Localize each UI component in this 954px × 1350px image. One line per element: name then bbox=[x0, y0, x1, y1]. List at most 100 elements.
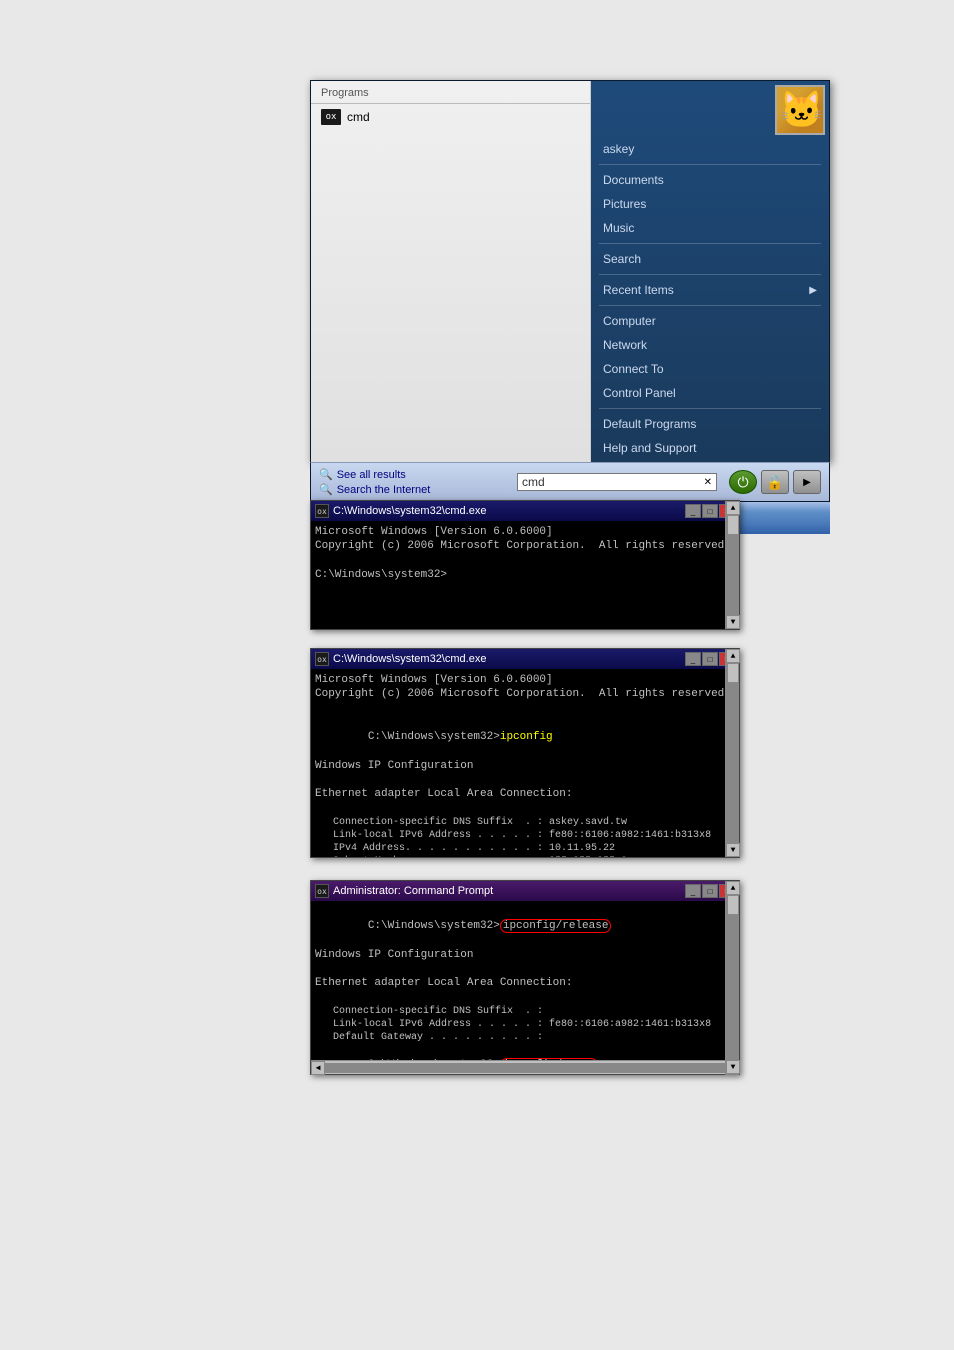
default-programs-label: Default Programs bbox=[603, 417, 696, 431]
see-all-results-link[interactable]: 🔍 See all results bbox=[319, 467, 509, 482]
menu-item-search[interactable]: Search bbox=[591, 247, 829, 271]
cmd-prompt-3a: C:\Windows\system32> bbox=[368, 920, 500, 932]
cmd-body-1: Microsoft Windows [Version 6.0.6000] Cop… bbox=[311, 521, 739, 629]
cmd-body-2: Microsoft Windows [Version 6.0.6000] Cop… bbox=[311, 669, 739, 857]
search-internet-link[interactable]: 🔍 Search the Internet bbox=[319, 482, 509, 497]
start-menu: Programs ox cmd askey Documents bbox=[310, 80, 830, 534]
bottom-links: 🔍 See all results 🔍 Search the Internet bbox=[319, 467, 509, 497]
menu-item-music[interactable]: Music bbox=[591, 216, 829, 240]
scroll-thumb-2[interactable] bbox=[727, 663, 739, 683]
music-label: Music bbox=[603, 221, 634, 235]
cmd-body-3: C:\Windows\system32>ipconfig/release Win… bbox=[311, 901, 739, 1060]
scroll-up-1[interactable]: ▲ bbox=[726, 501, 740, 515]
search-input[interactable]: cmd bbox=[522, 475, 704, 489]
restore-button-2[interactable]: □ bbox=[702, 652, 718, 666]
cmd-hscroll-3[interactable]: ◀ ▶ bbox=[311, 1060, 739, 1074]
cmd-icon: ox bbox=[321, 109, 341, 125]
cmd-prompt-3b: C:\Windows\system32> bbox=[368, 1059, 500, 1060]
menu-item-help-support[interactable]: Help and Support bbox=[591, 436, 829, 460]
menu-item-documents[interactable]: Documents bbox=[591, 168, 829, 192]
user-avatar[interactable] bbox=[775, 85, 825, 135]
scroll-track-3 bbox=[726, 895, 739, 1060]
menu-item-connect-to[interactable]: Connect To bbox=[591, 357, 829, 381]
cmd-win-ip: Windows IP Configuration bbox=[315, 759, 723, 773]
cmd-titlebar-2[interactable]: ox C:\Windows\system32\cmd.exe _ □ ✕ bbox=[311, 649, 739, 669]
cmd-ethernet-3: Ethernet adapter Local Area Connection: bbox=[315, 976, 723, 990]
cmd-ipv6-3: Link-local IPv6 Address . . . . . : fe80… bbox=[315, 1018, 723, 1031]
cmd-dns: Connection-specific DNS Suffix . : askey… bbox=[315, 816, 723, 829]
cmd-blank-3 bbox=[315, 773, 723, 787]
minimize-button-3[interactable]: _ bbox=[685, 884, 701, 898]
cmd-line-copyright-1: Copyright (c) 2006 Microsoft Corporation… bbox=[315, 539, 723, 553]
start-menu-right-panel: askey Documents Pictures Music Search bbox=[591, 81, 829, 462]
cmd-scrollbar-1[interactable]: ▲ ▼ bbox=[725, 501, 739, 629]
cmd-line-blank-1 bbox=[315, 554, 723, 568]
cmd-titlebar-3[interactable]: ox Administrator: Command Prompt _ □ ✕ bbox=[311, 881, 739, 901]
h-scroll-left-3[interactable]: ◀ bbox=[311, 1061, 325, 1075]
scroll-thumb-1[interactable] bbox=[727, 515, 739, 535]
network-label: Network bbox=[603, 338, 647, 352]
menu-item-control-panel[interactable]: Control Panel bbox=[591, 381, 829, 405]
scroll-track-2 bbox=[726, 663, 739, 843]
cmd-line-version-2: Microsoft Windows [Version 6.0.6000] bbox=[315, 673, 723, 687]
cmd-scrollbar-3[interactable]: ▲ ▼ bbox=[725, 881, 739, 1074]
cmd-dns-3: Connection-specific DNS Suffix . : bbox=[315, 1005, 723, 1018]
start-menu-left-panel: Programs ox cmd bbox=[311, 81, 591, 462]
connect-to-label: Connect To bbox=[603, 362, 664, 376]
restore-button-3[interactable]: □ bbox=[702, 884, 718, 898]
cmd-line-copyright-2: Copyright (c) 2006 Microsoft Corporation… bbox=[315, 687, 723, 701]
restore-button-1[interactable]: □ bbox=[702, 504, 718, 518]
cmd-scrollbar-2[interactable]: ▲ ▼ bbox=[725, 649, 739, 857]
cmd-ipv6: Link-local IPv6 Address . . . . . : fe80… bbox=[315, 829, 723, 842]
minimize-button-2[interactable]: _ bbox=[685, 652, 701, 666]
cmd-prompt-2a: C:\Windows\system32> bbox=[368, 731, 500, 743]
scroll-down-3[interactable]: ▼ bbox=[726, 1060, 740, 1074]
computer-label: Computer bbox=[603, 314, 656, 328]
cmd-title-text-3: Administrator: Command Prompt bbox=[333, 885, 685, 897]
menu-item-computer[interactable]: Computer bbox=[591, 309, 829, 333]
scroll-thumb-3[interactable] bbox=[727, 895, 739, 915]
clear-search-icon[interactable]: ✕ bbox=[704, 477, 712, 488]
cmd-titlebar-1[interactable]: ox C:\Windows\system32\cmd.exe _ □ ✕ bbox=[311, 501, 739, 521]
minimize-button-1[interactable]: _ bbox=[685, 504, 701, 518]
cmd-title-text-1: C:\Windows\system32\cmd.exe bbox=[333, 505, 685, 517]
menu-item-default-programs[interactable]: Default Programs bbox=[591, 412, 829, 436]
separator-4 bbox=[599, 305, 821, 306]
pictures-label: Pictures bbox=[603, 197, 646, 211]
cmd-ipv4: IPv4 Address. . . . . . . . . . . : 10.1… bbox=[315, 842, 723, 855]
cmd-blank-6 bbox=[315, 991, 723, 1005]
cmd-blank-4 bbox=[315, 802, 723, 816]
cmd-ethernet-header: Ethernet adapter Local Area Connection: bbox=[315, 787, 723, 801]
search-icon-1: 🔍 bbox=[319, 468, 333, 481]
menu-item-network[interactable]: Network bbox=[591, 333, 829, 357]
recent-items-label: Recent Items bbox=[603, 283, 674, 297]
documents-label: Documents bbox=[603, 173, 664, 187]
power-button[interactable]: ⏻ bbox=[729, 470, 757, 494]
cmd-blank-5 bbox=[315, 962, 723, 976]
separator-5 bbox=[599, 408, 821, 409]
arrow-button[interactable]: ▶ bbox=[793, 470, 821, 494]
separator-2 bbox=[599, 243, 821, 244]
search-internet-label: Search the Internet bbox=[337, 484, 431, 496]
cmd-mask: Subnet Mask . . . . . . . . . . . : 255.… bbox=[315, 855, 723, 857]
cmd-program-item[interactable]: ox cmd bbox=[311, 104, 590, 130]
cmd-title-text-2: C:\Windows\system32\cmd.exe bbox=[333, 653, 685, 665]
scroll-down-2[interactable]: ▼ bbox=[726, 843, 740, 857]
menu-item-pictures[interactable]: Pictures bbox=[591, 192, 829, 216]
cmd-title-icon-1: ox bbox=[315, 504, 329, 518]
cmd-win-ip-3: Windows IP Configuration bbox=[315, 948, 723, 962]
renew-cmd: ipconfig/renew bbox=[500, 1058, 598, 1060]
cmd-ipconfig-command: C:\Windows\system32>ipconfig bbox=[315, 716, 723, 759]
scroll-up-3[interactable]: ▲ bbox=[726, 881, 740, 895]
cmd-window-3: ox Administrator: Command Prompt _ □ ✕ C… bbox=[310, 880, 740, 1075]
search-icon-2: 🔍 bbox=[319, 483, 333, 496]
scroll-down-1[interactable]: ▼ bbox=[726, 615, 740, 629]
menu-item-askey[interactable]: askey bbox=[591, 137, 829, 161]
programs-header: Programs bbox=[311, 81, 590, 104]
scroll-up-2[interactable]: ▲ bbox=[726, 649, 740, 663]
help-support-label: Help and Support bbox=[603, 441, 696, 455]
lock-button[interactable]: 🔒 bbox=[761, 470, 789, 494]
menu-item-recent-items[interactable]: Recent Items ▶ bbox=[591, 278, 829, 302]
ipconfig-cmd: ipconfig bbox=[500, 731, 553, 743]
start-menu-bottom: 🔍 See all results 🔍 Search the Internet … bbox=[310, 462, 830, 502]
